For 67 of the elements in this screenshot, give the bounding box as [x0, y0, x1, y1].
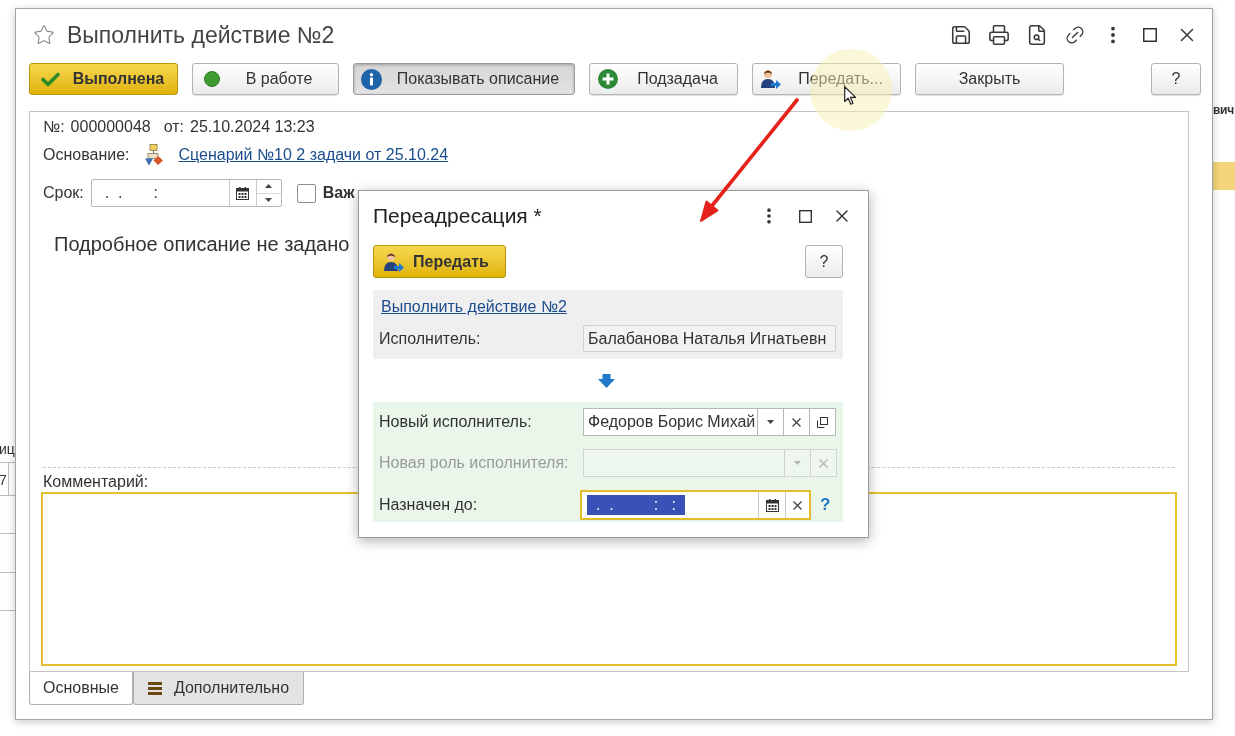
- caret-down-icon: [794, 461, 801, 465]
- date-value: 25.10.2024 13:23: [190, 117, 315, 137]
- window-title: Выполнить действие №2: [67, 20, 335, 50]
- calendar-icon: [765, 498, 779, 512]
- caret-down-icon: [265, 197, 273, 202]
- field-label: Назначен до:: [379, 495, 479, 515]
- close-form-button[interactable]: Закрыть: [915, 63, 1064, 95]
- forward-submit-button[interactable]: Передать: [373, 245, 506, 278]
- clear-icon: [793, 500, 802, 510]
- print-icon[interactable]: [988, 24, 1010, 46]
- open-button[interactable]: [810, 408, 836, 436]
- check-icon: [41, 71, 60, 87]
- basis-label: Основание:: [43, 145, 130, 165]
- caret-up-icon: [265, 184, 273, 189]
- selected-date-text: . . : :: [587, 495, 685, 515]
- help-button[interactable]: ?: [805, 245, 843, 278]
- field-label: Новый исполнитель:: [379, 412, 533, 432]
- info-icon: [361, 68, 382, 90]
- maximize-icon[interactable]: [799, 209, 812, 223]
- comment-label: Комментарий:: [43, 472, 149, 492]
- subtask-button[interactable]: Подзадача: [589, 63, 738, 95]
- down-arrow-icon: [597, 373, 615, 388]
- preview-icon[interactable]: [1026, 24, 1048, 46]
- calendar-icon: [236, 186, 250, 200]
- save-icon[interactable]: [950, 24, 972, 46]
- show-description-button[interactable]: Показывать описание: [353, 63, 575, 95]
- dialog-title: Переадресация *: [373, 203, 542, 230]
- background-text: 7: [0, 471, 7, 490]
- in-progress-button[interactable]: В работе: [192, 63, 339, 95]
- new-executor-field[interactable]: Федоров Борис Михай: [583, 408, 758, 436]
- help-button[interactable]: ?: [1151, 63, 1201, 95]
- person-arrow-icon: [760, 69, 781, 89]
- important-checkbox[interactable]: [296, 183, 316, 203]
- mouse-cursor-icon: [844, 86, 857, 105]
- dropdown-button[interactable]: [758, 408, 784, 436]
- background-text: иц: [0, 440, 15, 459]
- background-highlight-bar: [1213, 162, 1235, 190]
- deadline-field[interactable]: . . :: [90, 179, 282, 207]
- open-window-icon: [817, 416, 828, 428]
- task-link[interactable]: Выполнить действие №2: [381, 297, 567, 317]
- plus-icon: [598, 69, 618, 89]
- executor-field: Балабанова Наталья Игнатьевн: [583, 325, 836, 352]
- person-arrow-icon: [383, 251, 404, 272]
- assigned-until-field[interactable]: . . : :: [580, 490, 811, 520]
- menu-icon: [147, 681, 162, 695]
- description-text: Подробное описание не задано: [54, 233, 350, 255]
- number-value: 000000048: [70, 117, 151, 137]
- flowchart-icon: [144, 144, 163, 166]
- field-label: Исполнитель:: [379, 328, 482, 349]
- status-dot-icon: [204, 71, 220, 87]
- favorite-star-icon[interactable]: [33, 24, 55, 46]
- caret-down-icon: [767, 420, 774, 424]
- completed-button[interactable]: Выполнена: [29, 63, 178, 95]
- date-label: от:: [163, 117, 185, 137]
- help-link[interactable]: ?: [820, 492, 831, 518]
- deadline-label: Срок:: [43, 183, 84, 203]
- clear-button[interactable]: [784, 408, 810, 436]
- maximize-icon[interactable]: [1143, 28, 1157, 42]
- important-label: Важ: [322, 183, 355, 203]
- tab[interactable]: Дополнительно: [133, 672, 304, 705]
- background-text: вич: [1213, 102, 1234, 119]
- tab[interactable]: Основные: [29, 672, 133, 705]
- clear-icon: [819, 458, 828, 468]
- clear-icon: [792, 417, 801, 427]
- field-label: Новая роль исполнителя:: [379, 453, 570, 473]
- basis-link[interactable]: Сценарий №10 2 задачи от 25.10.24: [178, 143, 449, 167]
- number-label: №:: [43, 117, 65, 137]
